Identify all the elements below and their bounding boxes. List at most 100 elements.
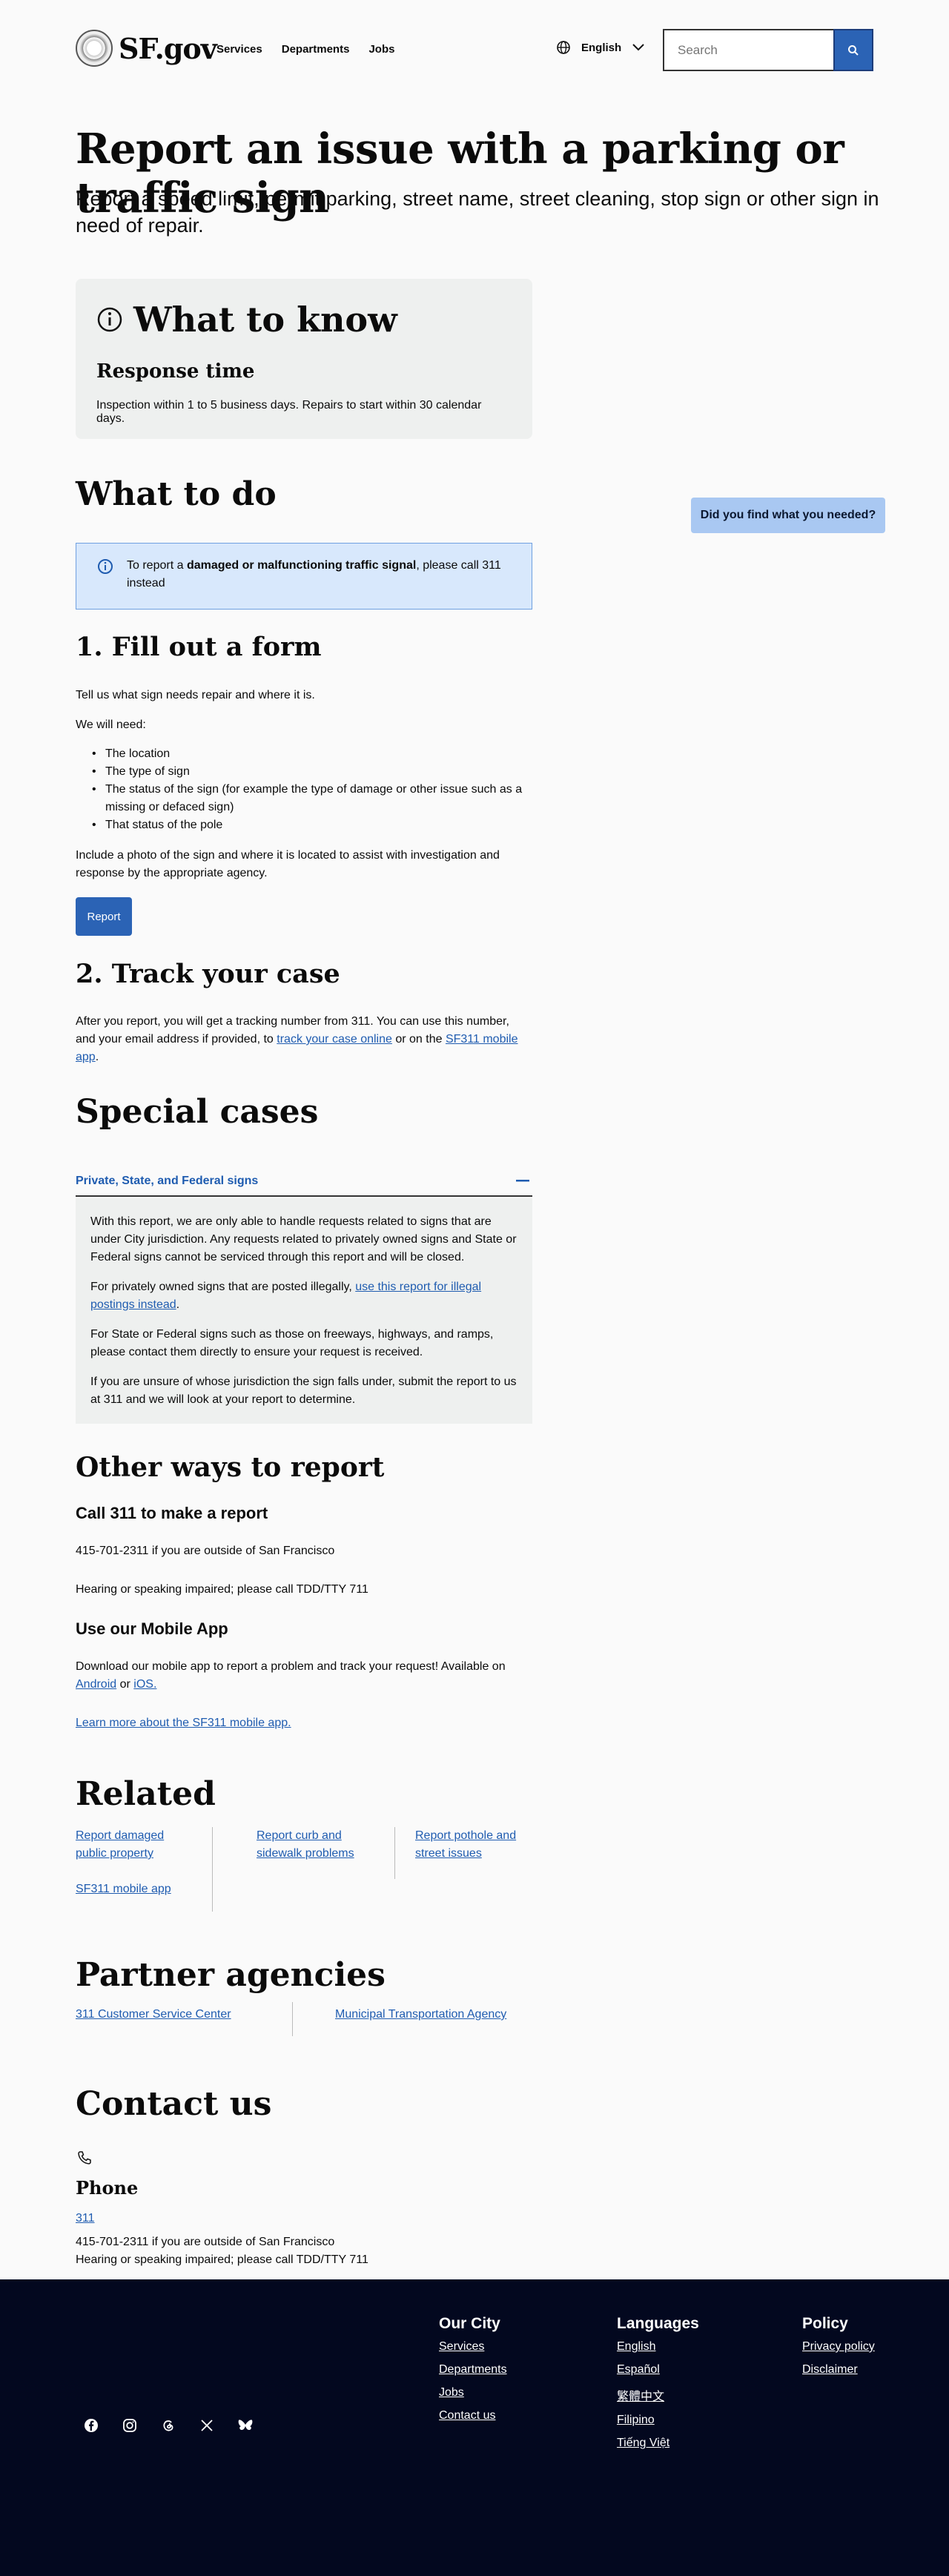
step-1-heading: 1. Fill out a form: [76, 632, 322, 662]
info-icon: [98, 559, 113, 574]
call-line-1: 415-701-2311 if you are outside of San F…: [76, 1545, 335, 1557]
special-cases-heading: Special cases: [76, 1093, 319, 1131]
footer-link-espanol[interactable]: Español: [617, 2363, 699, 2377]
related-link-damaged-property[interactable]: Report damaged public property: [76, 1829, 164, 1860]
footer-policy: Policy Privacy policy Disclaimer: [802, 2315, 875, 2386]
android-link[interactable]: Android: [76, 1678, 116, 1691]
main-nav: Services Departments Jobs: [216, 43, 394, 56]
info-alert: To report a damaged or malfunctioning tr…: [76, 543, 532, 610]
footer-link-filipino[interactable]: Filipino: [617, 2414, 699, 2427]
what-to-know-title: What to know: [133, 300, 397, 340]
related-link-sf311-app[interactable]: SF311 mobile app: [76, 1883, 171, 1895]
report-button[interactable]: Report: [76, 897, 132, 936]
footer-link-departments[interactable]: Departments: [439, 2363, 507, 2377]
footer-heading: Our City: [439, 2315, 500, 2332]
footer-heading: Policy: [802, 2315, 848, 2332]
feedback-button[interactable]: Did you find what you needed?: [691, 498, 885, 533]
special-p2-pre: For privately owned signs that are poste…: [90, 1281, 356, 1293]
footer-link-jobs[interactable]: Jobs: [439, 2386, 507, 2400]
track-case-link[interactable]: track your case online: [277, 1033, 392, 1046]
search-icon: [848, 44, 859, 56]
what-to-do-heading: What to do: [76, 475, 277, 513]
related-heading: Related: [76, 1775, 216, 1813]
mobile-app-text: Download our mobile app to report a prob…: [76, 1658, 532, 1694]
related-link-pothole[interactable]: Report pothole and street issues: [415, 1829, 516, 1860]
partner-link-311[interactable]: 311 Customer Service Center: [76, 2008, 231, 2021]
contact-line-2: Hearing or speaking impaired; please cal…: [76, 2253, 368, 2266]
partner-links: 311 Customer Service Center Municipal Tr…: [76, 2002, 506, 2036]
phone-icon: [78, 2151, 91, 2164]
divider: [292, 2002, 293, 2036]
bluesky-icon[interactable]: [237, 2417, 254, 2434]
alert-text-bold: damaged or malfunctioning traffic signal: [186, 559, 417, 572]
footer-link-privacy[interactable]: Privacy policy: [802, 2340, 875, 2354]
nav-services[interactable]: Services: [216, 43, 262, 56]
phone-heading: Phone: [76, 2177, 139, 2199]
site-footer: Our City Services Departments Jobs Conta…: [0, 2279, 949, 2576]
x-icon[interactable]: [199, 2417, 215, 2434]
footer-link-services[interactable]: Services: [439, 2340, 507, 2354]
accordion-toggle[interactable]: Private, State, and Federal signs: [76, 1167, 532, 1197]
page-subtitle: Report a speed limit, permit parking, st…: [76, 188, 879, 237]
divider: [212, 1827, 213, 1912]
partner-link-mta[interactable]: Municipal Transportation Agency: [335, 2008, 506, 2021]
language-label: English: [581, 41, 622, 54]
site-header: SF.gov Services Departments Jobs English: [0, 0, 949, 101]
step-1-intro: Tell us what sign needs repair and where…: [76, 689, 315, 701]
learn-more-app-link[interactable]: Learn more about the SF311 mobile app.: [76, 1717, 291, 1729]
what-to-know-card: What to know Response time Inspection wi…: [76, 279, 532, 439]
footer-link-english[interactable]: English: [617, 2340, 699, 2354]
needs-list: The location The type of sign The status…: [76, 745, 532, 834]
related-links: Report damaged public property SF311 mob…: [76, 1827, 535, 1915]
phone-311-link[interactable]: 311: [76, 2212, 95, 2225]
footer-link-disclaimer[interactable]: Disclaimer: [802, 2363, 875, 2377]
special-p3: For State or Federal signs such as those…: [90, 1328, 494, 1358]
search-input[interactable]: [663, 29, 833, 71]
track-text-post: .: [95, 1051, 99, 1063]
accordion-content: With this report, we are only able to ha…: [76, 1198, 532, 1424]
response-time-text: Inspection within 1 to 5 business days. …: [96, 399, 482, 425]
search-button[interactable]: [833, 29, 873, 71]
facebook-icon[interactable]: [83, 2417, 99, 2434]
what-to-know-heading: What to know: [96, 300, 512, 340]
track-text-mid: or on the: [391, 1033, 446, 1046]
track-text: After you report, you will get a trackin…: [76, 1013, 532, 1066]
footer-heading: Languages: [617, 2315, 699, 2332]
footer-link-vietnamese[interactable]: Tiếng Việt: [617, 2437, 699, 2450]
app-text-pre: Download our mobile app to report a prob…: [76, 1660, 506, 1673]
instagram-icon[interactable]: [122, 2417, 138, 2434]
logo-text: SF.gov: [119, 31, 217, 65]
other-ways-heading: Other ways to report: [76, 1452, 385, 1483]
special-p2-post: .: [176, 1298, 180, 1311]
footer-link-chinese[interactable]: 繁體中文: [617, 2386, 699, 2404]
special-p1: With this report, we are only able to ha…: [90, 1215, 517, 1264]
site-logo[interactable]: SF.gov: [76, 30, 217, 67]
footer-languages: Languages English Español 繁體中文 Filipino …: [617, 2315, 699, 2460]
language-selector[interactable]: English: [556, 40, 645, 55]
partner-agencies-heading: Partner agencies: [76, 1956, 386, 1994]
info-icon: [97, 307, 122, 332]
call-line-2: Hearing or speaking impaired; please cal…: [76, 1583, 368, 1596]
call-311-heading: Call 311 to make a report: [76, 1504, 268, 1522]
special-p4: If you are unsure of whose jurisdiction …: [90, 1375, 517, 1406]
list-item: That status of the pole: [76, 816, 532, 834]
minus-icon: [516, 1180, 529, 1182]
ios-link[interactable]: iOS.: [133, 1678, 156, 1691]
threads-icon[interactable]: [160, 2417, 176, 2434]
nav-jobs[interactable]: Jobs: [368, 43, 394, 56]
response-time-heading: Response time: [96, 360, 255, 383]
related-link-curb-sidewalk[interactable]: Report curb and sidewalk problems: [257, 1829, 354, 1860]
special-p2: For privately owned signs that are poste…: [90, 1278, 518, 1314]
need-label: We will need:: [76, 719, 146, 731]
chevron-down-icon: [632, 44, 644, 51]
photo-note: Include a photo of the sign and where it…: [76, 849, 500, 879]
list-item: The status of the sign (for example the …: [76, 781, 532, 816]
footer-link-contact[interactable]: Contact us: [439, 2409, 507, 2423]
nav-departments[interactable]: Departments: [282, 43, 350, 56]
globe-icon: [557, 41, 570, 54]
step-2-heading: 2. Track your case: [76, 959, 340, 989]
divider: [394, 1827, 395, 1879]
city-seal-icon: [76, 30, 113, 67]
list-item: The location: [76, 745, 532, 763]
accordion-title: Private, State, and Federal signs: [76, 1175, 259, 1187]
